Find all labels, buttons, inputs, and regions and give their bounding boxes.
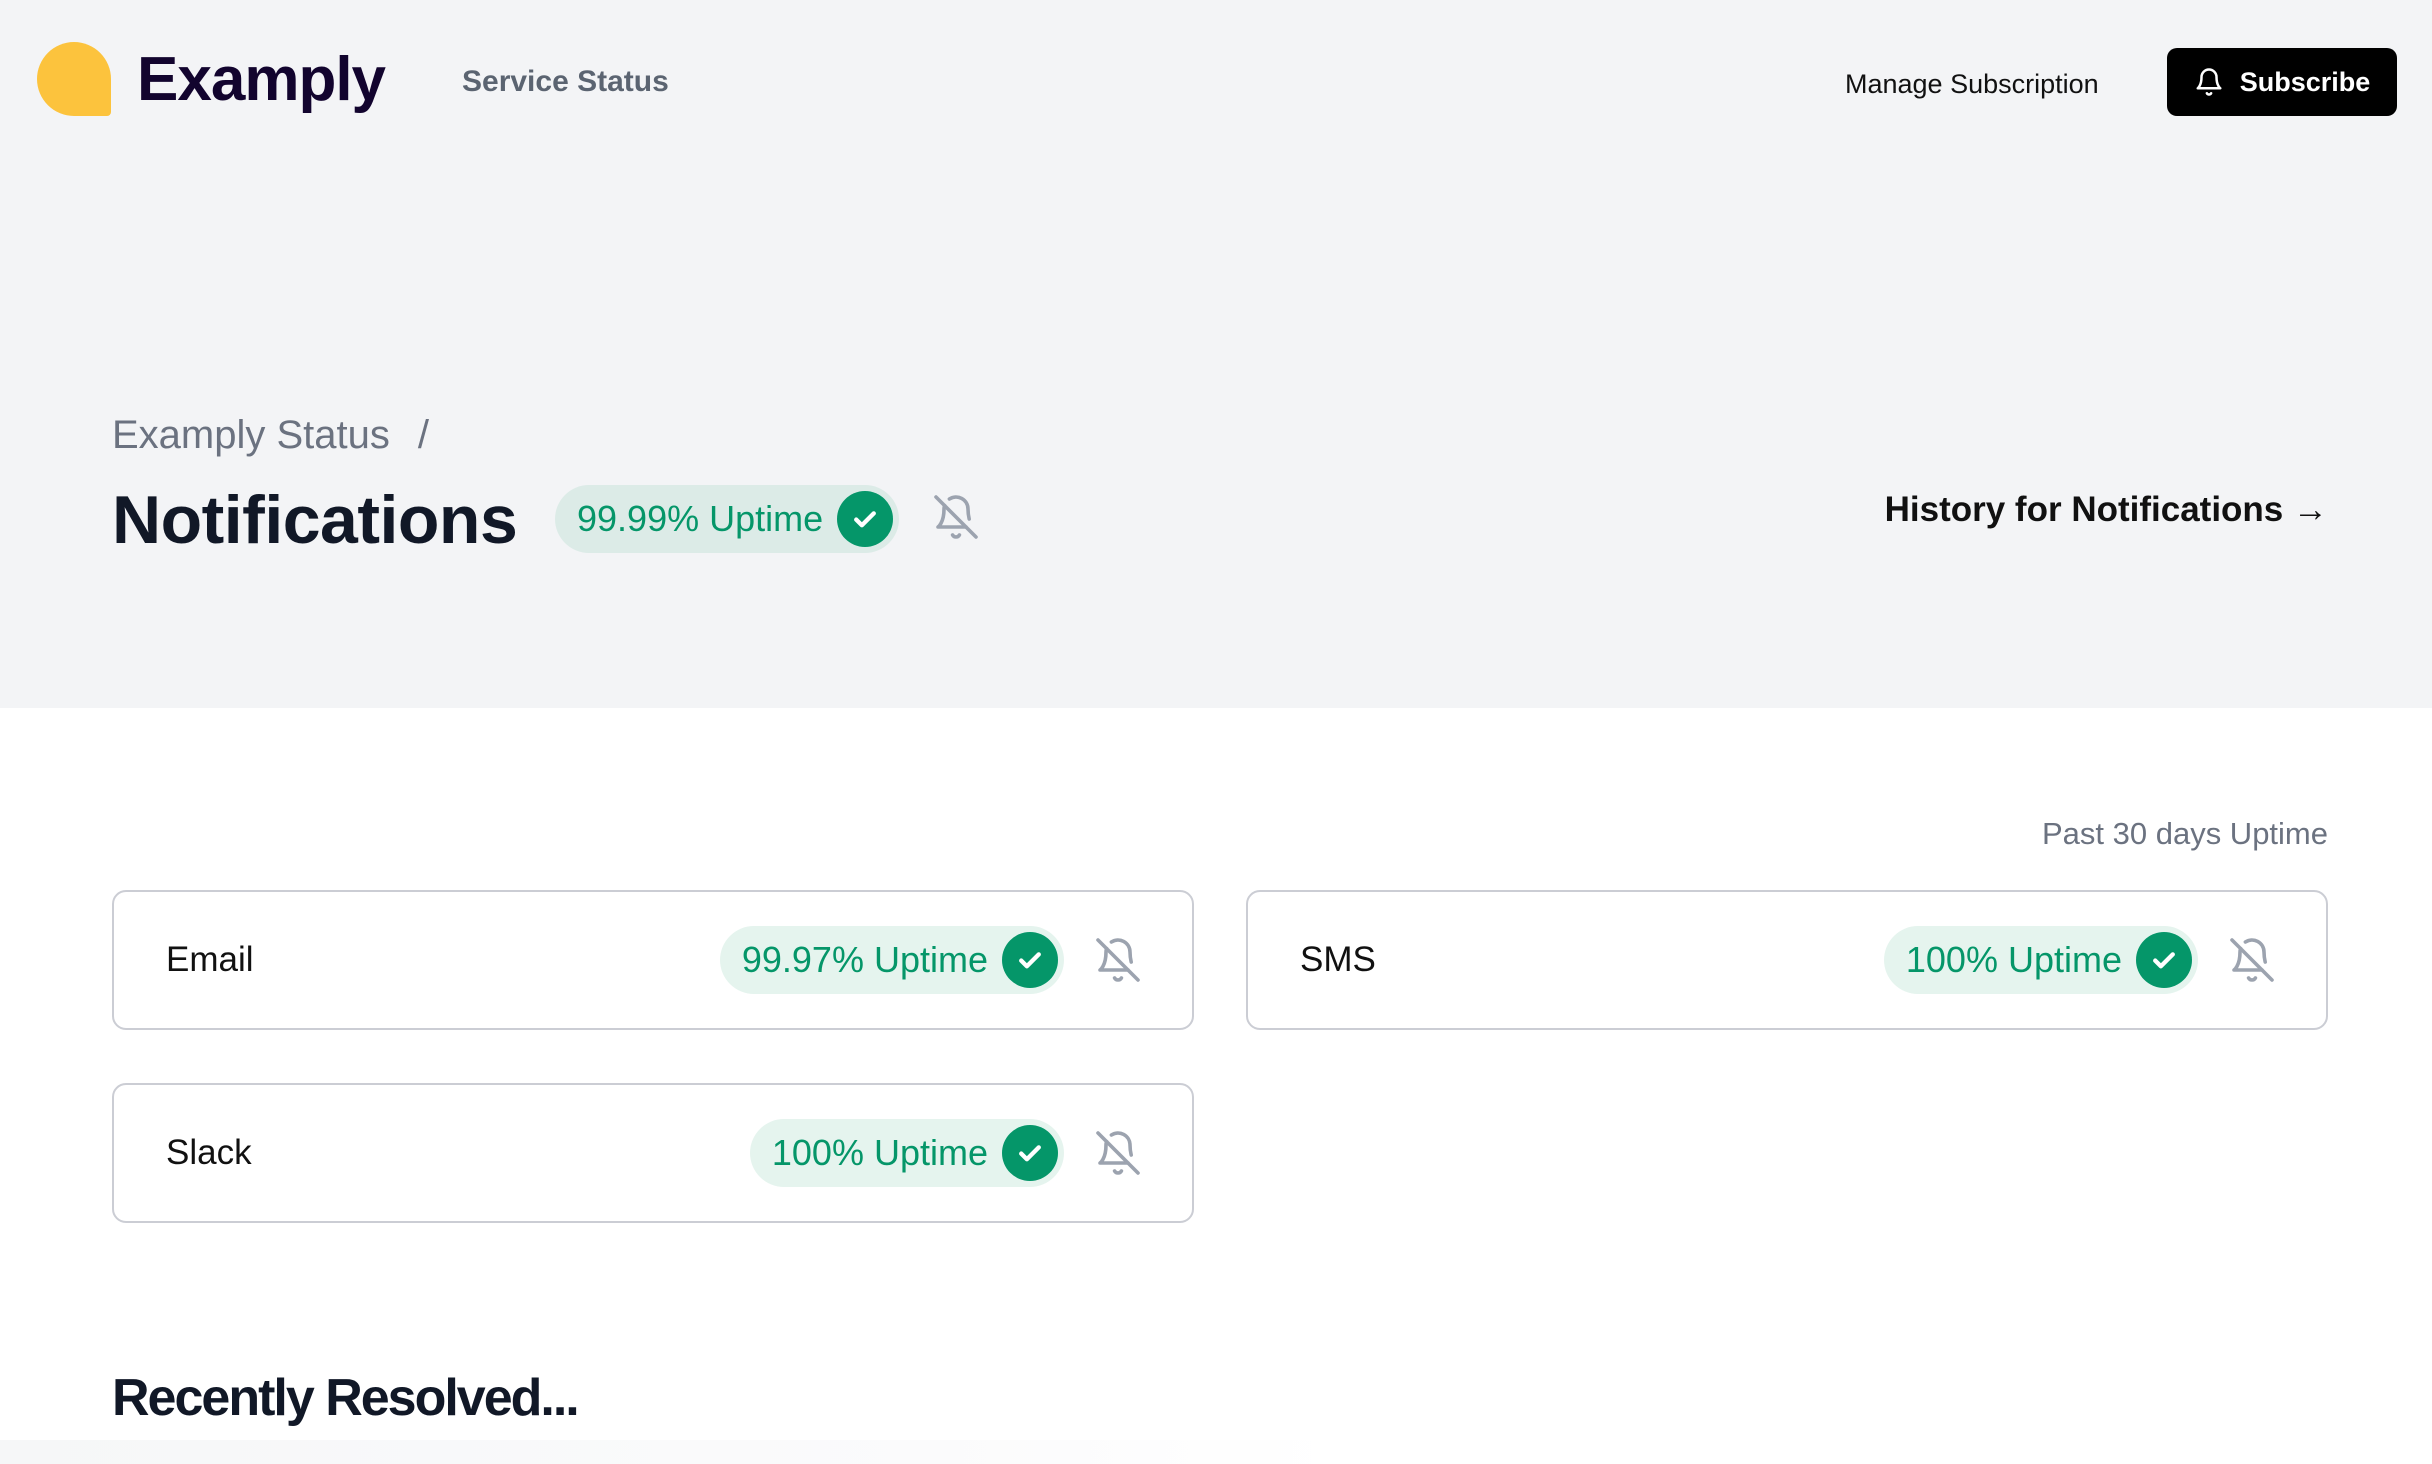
component-name: Slack [166,1133,252,1172]
service-status-link[interactable]: Service Status [462,62,669,102]
uptime-badge: 99.97% Uptime [719,926,1064,994]
bell-off-icon[interactable] [1094,936,1142,984]
component-card-sms[interactable]: SMS 100% Uptime [1246,890,2328,1030]
bell-off-icon[interactable] [932,493,980,541]
uptime-badge: 100% Uptime [1883,926,2198,994]
uptime-text: 99.97% Uptime [741,939,988,980]
logo-icon[interactable] [37,42,111,116]
manage-subscription-link[interactable]: Manage Subscription [1845,66,2099,102]
breadcrumb-parent[interactable]: Examply Status [112,410,390,460]
component-name: SMS [1300,940,1376,979]
component-name: Email [166,940,254,979]
bell-off-icon[interactable] [1094,1129,1142,1177]
incident-list-edge [0,1440,1340,1464]
bell-icon [2196,68,2222,96]
check-circle-icon [837,491,894,547]
recently-resolved-heading: Recently Resolved... [112,1369,580,1427]
uptime-badge: 100% Uptime [749,1119,1064,1187]
check-circle-icon [2136,932,2192,988]
page-title: Notifications [112,482,518,558]
uptime-text: 99.99% Uptime [577,498,824,539]
uptime-text: 100% Uptime [1905,939,2122,980]
subscribe-label: Subscribe [2239,66,2371,97]
uptime-window-label: Past 30 days Uptime [2041,816,2328,851]
uptime-text: 100% Uptime [771,1132,988,1173]
brand-name[interactable]: Examply [137,40,386,120]
check-circle-icon [1002,932,1058,988]
breadcrumb-separator: / [417,413,430,457]
breadcrumb: Examply Status / [112,410,429,460]
component-card-slack[interactable]: Slack 100% Uptime [112,1083,1194,1223]
component-card-email[interactable]: Email 99.97% Uptime [112,890,1194,1030]
check-circle-icon [1002,1125,1058,1181]
uptime-badge: 99.99% Uptime [555,485,900,553]
subscribe-button[interactable]: Subscribe [2167,48,2397,116]
history-link[interactable]: History for Notifications → [1885,486,2328,534]
bell-off-icon[interactable] [2228,936,2276,984]
